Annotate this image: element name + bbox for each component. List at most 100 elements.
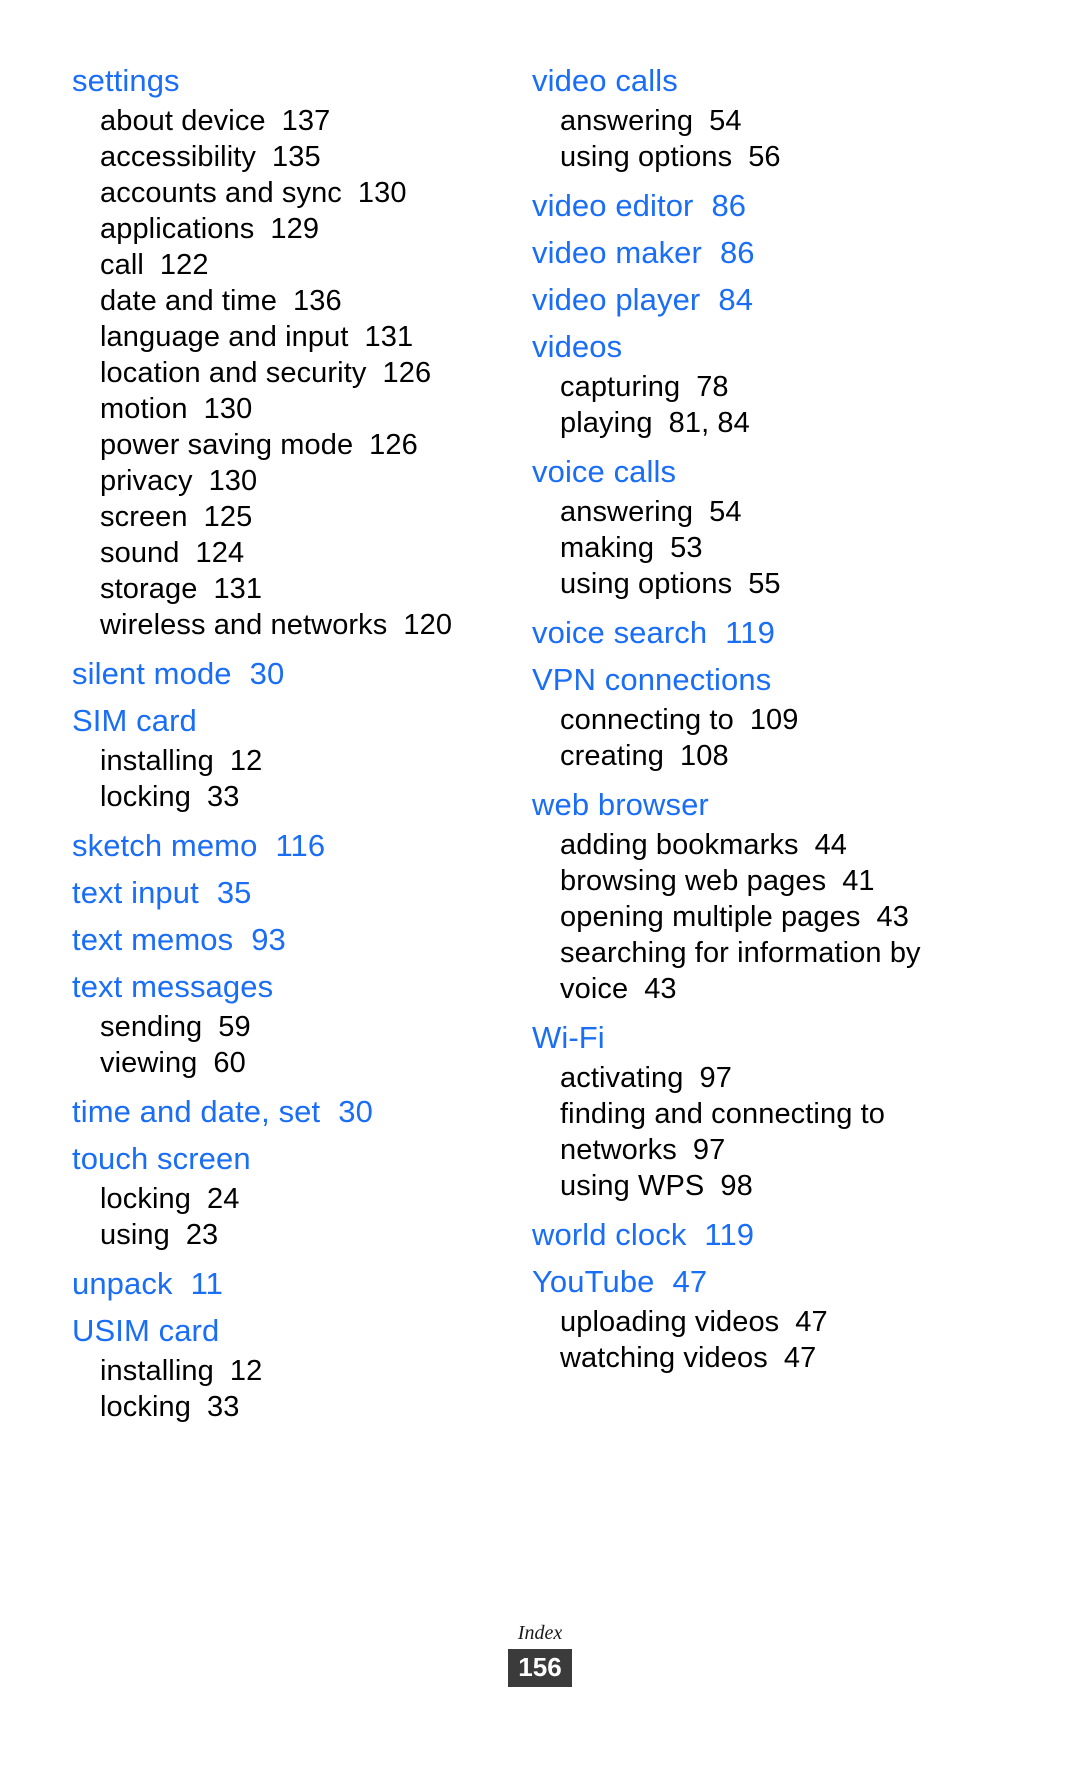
index-subentry[interactable]: call 122 xyxy=(72,247,502,283)
index-subentry[interactable]: uploading videos 47 xyxy=(532,1304,962,1340)
index-headword[interactable]: video editor 86 xyxy=(532,183,962,228)
index-page-number[interactable]: 23 xyxy=(186,1219,218,1251)
index-headword[interactable]: silent mode 30 xyxy=(72,651,502,696)
index-subentry[interactable]: using 23 xyxy=(72,1217,502,1253)
index-subentry[interactable]: power saving mode 126 xyxy=(72,427,502,463)
index-subentry[interactable]: using options 56 xyxy=(532,139,962,175)
index-subentry[interactable]: opening multiple pages 43 xyxy=(532,899,962,935)
index-headword[interactable]: text memos 93 xyxy=(72,917,502,962)
index-headword[interactable]: USIM card xyxy=(72,1308,502,1353)
index-subentry[interactable]: using options 55 xyxy=(532,566,962,602)
index-subentry[interactable]: date and time 136 xyxy=(72,283,502,319)
index-page-number[interactable]: 55 xyxy=(748,568,780,600)
index-headword[interactable]: videos xyxy=(532,324,962,369)
index-subentry[interactable]: accessibility 135 xyxy=(72,139,502,175)
index-page-number[interactable]: 33 xyxy=(207,781,239,813)
index-subentry[interactable]: answering 54 xyxy=(532,494,962,530)
index-subentry[interactable]: applications 129 xyxy=(72,211,502,247)
index-headword[interactable]: text input 35 xyxy=(72,870,502,915)
index-page-number[interactable]: 11 xyxy=(191,1266,223,1301)
index-page-number[interactable]: 60 xyxy=(213,1047,245,1079)
index-subentry[interactable]: about device 137 xyxy=(72,103,502,139)
index-page-number[interactable]: 124 xyxy=(196,537,245,569)
index-subentry[interactable]: capturing 78 xyxy=(532,369,962,405)
index-page-number[interactable]: 130 xyxy=(204,393,253,425)
index-subentry[interactable]: sending 59 xyxy=(72,1009,502,1045)
index-page-number[interactable]: 53 xyxy=(670,532,702,564)
index-page-number[interactable]: 130 xyxy=(358,177,407,209)
index-page-number[interactable]: 109 xyxy=(750,704,799,736)
index-subentry[interactable]: activating 97 xyxy=(532,1060,962,1096)
index-page-number[interactable]: 78 xyxy=(696,371,728,403)
index-page-number[interactable]: 130 xyxy=(209,465,258,497)
index-subentry[interactable]: sound 124 xyxy=(72,535,502,571)
index-headword[interactable]: sketch memo 116 xyxy=(72,823,502,868)
index-headword[interactable]: time and date, set 30 xyxy=(72,1089,502,1134)
index-headword[interactable]: video calls xyxy=(532,58,962,103)
index-page-number[interactable]: 44 xyxy=(815,829,847,861)
index-headword[interactable]: voice calls xyxy=(532,449,962,494)
index-headword[interactable]: VPN connections xyxy=(532,657,962,702)
index-subentry[interactable]: screen 125 xyxy=(72,499,502,535)
index-page-number[interactable]: 122 xyxy=(160,249,209,281)
index-subentry[interactable]: installing 12 xyxy=(72,1353,502,1389)
index-subentry[interactable]: finding and connecting to networks 97 xyxy=(532,1096,962,1168)
index-headword[interactable]: world clock 119 xyxy=(532,1212,962,1257)
index-page-number[interactable]: 30 xyxy=(338,1094,373,1129)
index-headword[interactable]: touch screen xyxy=(72,1136,502,1181)
index-page-number[interactable]: 43 xyxy=(876,901,908,933)
index-page-number[interactable]: 12 xyxy=(230,1355,262,1387)
index-page-number[interactable]: 116 xyxy=(275,828,325,863)
index-page-number[interactable]: 86 xyxy=(711,188,746,223)
index-subentry[interactable]: viewing 60 xyxy=(72,1045,502,1081)
index-page-number[interactable]: 54 xyxy=(709,105,741,137)
index-page-number[interactable]: 131 xyxy=(365,321,414,353)
index-subentry[interactable]: wireless and networks 120 xyxy=(72,607,502,643)
index-page-number[interactable]: 98 xyxy=(720,1170,752,1202)
index-subentry[interactable]: locking 33 xyxy=(72,1389,502,1425)
index-subentry[interactable]: installing 12 xyxy=(72,743,502,779)
index-page-number[interactable]: 56 xyxy=(748,141,780,173)
index-page-number[interactable]: 97 xyxy=(700,1062,732,1094)
index-page-number[interactable]: 120 xyxy=(403,609,452,641)
index-subentry[interactable]: language and input 131 xyxy=(72,319,502,355)
index-page-number[interactable]: 125 xyxy=(204,501,253,533)
index-page-number[interactable]: 30 xyxy=(250,656,285,691)
index-subentry[interactable]: searching for information by voice 43 xyxy=(532,935,962,1007)
index-page-number[interactable]: 126 xyxy=(369,429,418,461)
index-subentry[interactable]: playing 81, 84 xyxy=(532,405,962,441)
index-page-number[interactable]: 24 xyxy=(207,1183,239,1215)
index-headword[interactable]: web browser xyxy=(532,782,962,827)
index-page-number[interactable]: 126 xyxy=(382,357,431,389)
index-page-number[interactable]: 86 xyxy=(720,235,755,270)
index-headword[interactable]: text messages xyxy=(72,964,502,1009)
index-page-number[interactable]: 137 xyxy=(282,105,331,137)
index-subentry[interactable]: storage 131 xyxy=(72,571,502,607)
index-page-number[interactable]: 131 xyxy=(213,573,262,605)
index-page-number[interactable]: 108 xyxy=(680,740,729,772)
index-page-number[interactable]: 47 xyxy=(795,1306,827,1338)
index-page-number[interactable]: 54 xyxy=(709,496,741,528)
index-subentry[interactable]: location and security 126 xyxy=(72,355,502,391)
index-headword[interactable]: SIM card xyxy=(72,698,502,743)
index-subentry[interactable]: browsing web pages 41 xyxy=(532,863,962,899)
index-page-number[interactable]: 136 xyxy=(293,285,342,317)
index-page-number[interactable]: 33 xyxy=(207,1391,239,1423)
index-headword[interactable]: video player 84 xyxy=(532,277,962,322)
index-headword[interactable]: voice search 119 xyxy=(532,610,962,655)
index-page-number[interactable]: 119 xyxy=(704,1217,754,1252)
index-page-number[interactable]: 12 xyxy=(230,745,262,777)
index-page-number[interactable]: 129 xyxy=(270,213,319,245)
index-subentry[interactable]: accounts and sync 130 xyxy=(72,175,502,211)
index-headword[interactable]: settings xyxy=(72,58,502,103)
index-headword[interactable]: unpack 11 xyxy=(72,1261,502,1306)
index-page-number[interactable]: 47 xyxy=(673,1264,708,1299)
index-subentry[interactable]: motion 130 xyxy=(72,391,502,427)
index-page-number[interactable]: 119 xyxy=(725,615,775,650)
index-subentry[interactable]: watching videos 47 xyxy=(532,1340,962,1376)
index-page-number[interactable]: 93 xyxy=(251,922,286,957)
index-subentry[interactable]: creating 108 xyxy=(532,738,962,774)
index-page-number[interactable]: 81, 84 xyxy=(669,407,750,439)
index-page-number[interactable]: 35 xyxy=(217,875,252,910)
index-subentry[interactable]: adding bookmarks 44 xyxy=(532,827,962,863)
